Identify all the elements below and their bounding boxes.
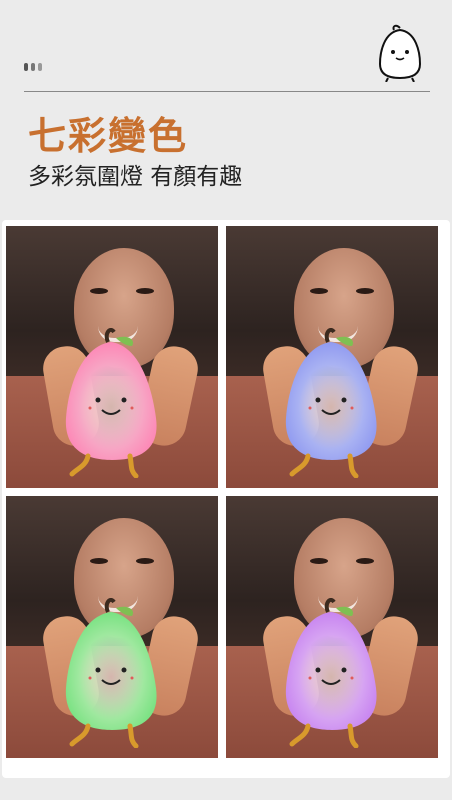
photo-green-lamp bbox=[6, 496, 218, 758]
page-subtitle: 多彩氛圍燈 有顏有趣 bbox=[28, 164, 243, 190]
header: 七彩變色 多彩氛圍燈 有顏有趣 bbox=[0, 0, 452, 220]
page-title: 七彩變色 bbox=[28, 114, 189, 158]
menu-dots-icon[interactable] bbox=[24, 63, 42, 71]
pear-mascot-icon bbox=[378, 24, 422, 82]
divider bbox=[24, 91, 430, 92]
photo-blue-lamp bbox=[226, 226, 438, 488]
photo-pink-lamp bbox=[6, 226, 218, 488]
photo-purple-lamp bbox=[226, 496, 438, 758]
